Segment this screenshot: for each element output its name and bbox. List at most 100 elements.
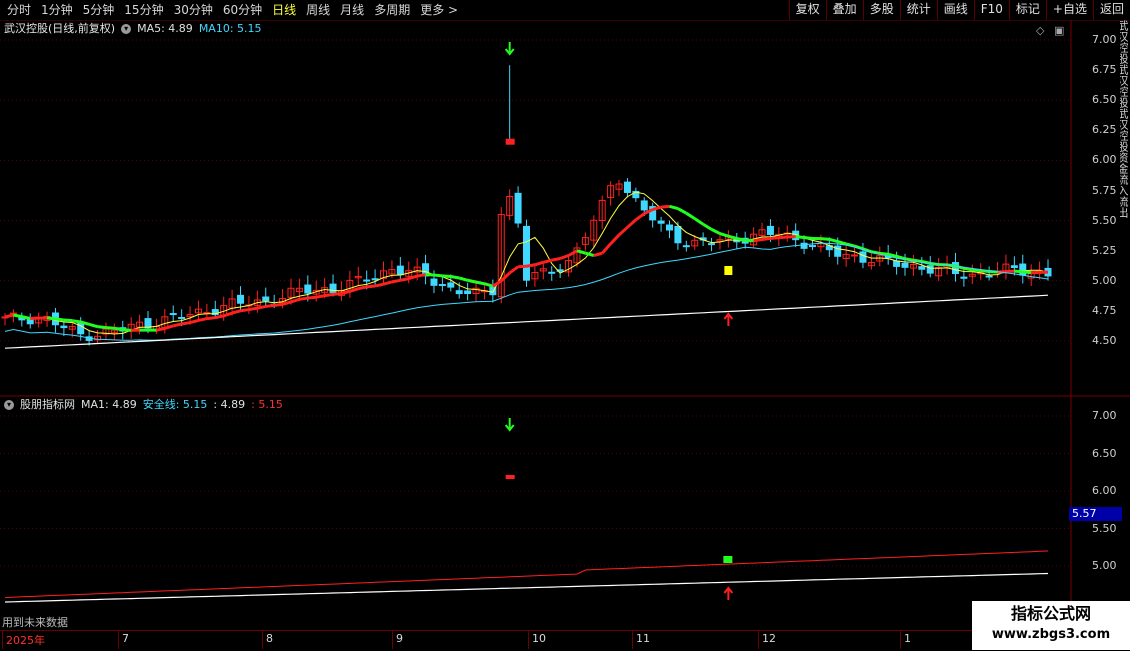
candle-body (860, 252, 866, 262)
candle-body (179, 318, 185, 319)
x-axis-tick (758, 631, 759, 649)
trend-line-segment (821, 239, 829, 240)
trend-line-segment (754, 240, 762, 241)
trend-line-segment (442, 276, 450, 277)
candle-body (641, 201, 647, 210)
trend-line-segment (594, 253, 602, 255)
candle-body (448, 283, 454, 287)
trend-line-segment (459, 278, 467, 280)
current-value-badge: 5.57 (1069, 507, 1122, 521)
trend-line-segment (215, 316, 223, 318)
trend-line-segment (560, 255, 568, 258)
candle-body (961, 277, 967, 278)
trend-line-segment (5, 315, 13, 317)
trend-line-segment (47, 318, 55, 319)
main-y-tick: 6.50 (1092, 94, 1117, 106)
trend-line-segment (661, 206, 669, 207)
main-y-tick: 5.00 (1092, 275, 1117, 287)
trend-line-segment (669, 206, 677, 208)
candle-body (465, 291, 471, 294)
trend-line-segment (796, 237, 804, 238)
trend-line-segment (198, 319, 206, 321)
trend-line-segment (156, 328, 164, 330)
trend-line-segment (89, 324, 97, 326)
main-y-tick: 7.00 (1092, 34, 1117, 46)
candle-body (305, 285, 311, 293)
trend-line-segment (484, 284, 492, 286)
trend-line-segment (375, 284, 383, 286)
candle-body (666, 225, 672, 230)
x-axis: 2025年7891011121 (0, 630, 1072, 651)
watermark: 指标公式网 www.zbgs3.com (972, 601, 1130, 650)
trend-line-segment (291, 299, 299, 302)
trend-line-segment (829, 239, 837, 241)
indicator-y-tick: 7.00 (1092, 410, 1117, 422)
trend-line-segment (123, 330, 131, 331)
trend-line-segment (762, 238, 770, 239)
trend-line-segment (316, 296, 324, 298)
candle-body (431, 279, 437, 285)
trend-line-segment (241, 310, 249, 311)
candle-body (927, 266, 933, 273)
indicator-y-tick: 5.50 (1092, 523, 1117, 535)
candle-body (986, 276, 992, 277)
trend-line-segment (770, 238, 778, 239)
candle-body (658, 221, 664, 223)
trend-line-segment (384, 282, 392, 284)
x-axis-label: 7 (122, 632, 129, 645)
trend-line-segment (249, 308, 257, 309)
trend-line-segment (737, 238, 745, 240)
future-data-note: 用到未来数据 (2, 614, 68, 630)
trend-line-segment (106, 328, 114, 329)
price-chart[interactable] (0, 0, 1130, 650)
trend-line-segment (165, 326, 173, 329)
candle-body (675, 226, 681, 242)
trend-line-segment (577, 251, 585, 253)
x-axis-label: 11 (636, 632, 650, 645)
trend-line-segment (611, 235, 619, 244)
trend-line-segment (22, 317, 30, 319)
candle-body (372, 279, 378, 280)
candle-body (852, 255, 858, 256)
main-y-axis: 7.006.756.506.256.005.755.505.255.004.75… (1072, 20, 1120, 396)
main-y-tick: 5.25 (1092, 245, 1117, 257)
trend-line-segment (779, 237, 787, 238)
trend-line-segment (266, 305, 274, 306)
x-axis-tick (2, 631, 3, 649)
trend-line-segment (417, 275, 425, 276)
trend-line-segment (838, 242, 846, 244)
trend-line-segment (1014, 271, 1022, 272)
side-strip-text: 武汉控股武汉控股武汉控股资金流入流出 (1120, 20, 1130, 396)
x-axis-tick (528, 631, 529, 649)
trend-line-segment (55, 319, 63, 320)
candle-body (919, 267, 925, 270)
watermark-title: 指标公式网 (972, 602, 1130, 626)
trend-line-segment (602, 244, 610, 253)
indicator-sell-marker (506, 475, 515, 479)
x-axis-label: 1 (904, 632, 911, 645)
trend-line-segment (299, 298, 307, 299)
x-axis-label: 9 (396, 632, 403, 645)
trend-line-segment (535, 262, 543, 264)
candle-body (624, 182, 630, 192)
x-axis-tick (118, 631, 119, 649)
trend-line-segment (173, 324, 181, 326)
indicator-buy-marker (723, 556, 732, 563)
trend-line-segment (190, 320, 198, 322)
trend-line-segment (1023, 272, 1031, 273)
trend-line-segment (98, 327, 106, 328)
candle-body (439, 285, 445, 286)
trend-line-segment (728, 236, 736, 238)
x-axis-tick (900, 631, 901, 649)
trend-line-segment (569, 251, 577, 256)
trend-line-segment (434, 275, 442, 276)
main-y-tick: 6.75 (1092, 64, 1117, 76)
trend-line-segment (308, 297, 316, 298)
candle-body (263, 297, 269, 301)
trend-line-segment (274, 304, 282, 305)
trend-line-segment (72, 321, 80, 322)
trend-line-segment (703, 224, 711, 229)
trend-line-segment (392, 280, 400, 282)
trend-line-segment (804, 238, 812, 239)
candle-body (397, 266, 403, 275)
